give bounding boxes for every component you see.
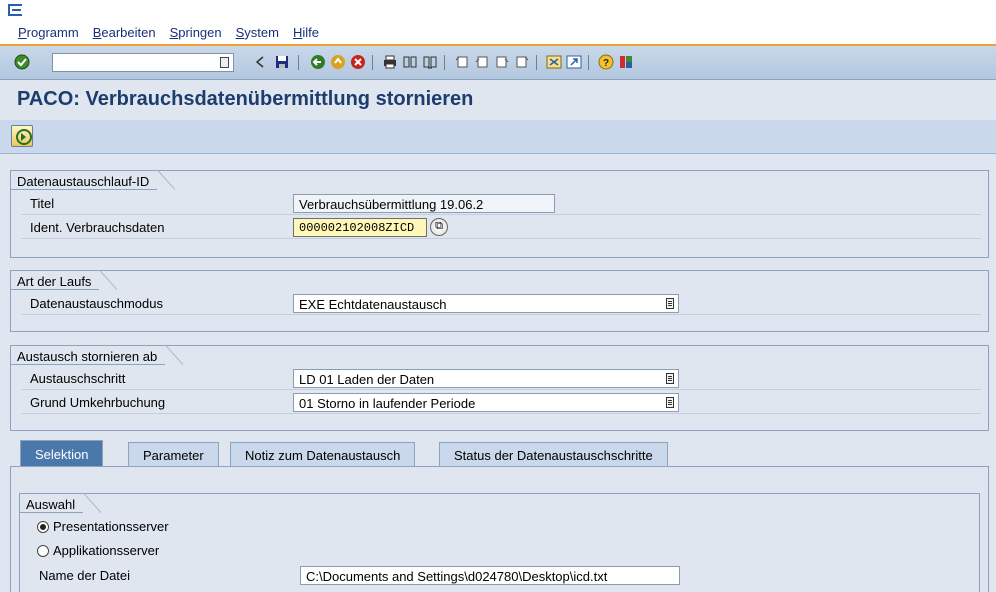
presentationsserver-radio[interactable] <box>37 521 49 533</box>
group-title: Austausch stornieren ab <box>10 345 184 365</box>
tab-selektion[interactable]: Selektion <box>20 440 104 466</box>
svg-text:?: ? <box>603 58 609 69</box>
row-austauschschritt: Austauschschritt LD 01 Laden der Daten <box>21 368 981 390</box>
command-field[interactable] <box>52 53 234 72</box>
tab-strip: Selektion Parameter Notiz zum Datenausta… <box>10 440 989 466</box>
last-page-icon[interactable] <box>514 54 530 70</box>
row-divider <box>21 389 981 390</box>
menu-programm[interactable]: Programm <box>18 25 79 40</box>
new-session-icon[interactable] <box>546 54 562 70</box>
group-datenaustauschlauf-id: Datenaustauschlauf-ID Titel Verbrauchsüb… <box>10 170 989 258</box>
schritt-label: Austauschschritt <box>30 371 126 386</box>
row-divider <box>21 214 981 215</box>
modus-label: Datenaustauschmodus <box>30 296 163 311</box>
datenaustauschmodus-select[interactable]: EXE Echtdatenaustausch <box>293 294 679 313</box>
schritt-value: LD 01 Laden der Daten <box>299 372 435 387</box>
cancel-icon[interactable] <box>350 54 366 70</box>
find-next-icon[interactable] <box>422 54 438 70</box>
exit-icon[interactable] <box>330 54 346 70</box>
group-art-der-laufs: Art der Laufs Datenaustauschmodus EXE Ec… <box>10 270 989 332</box>
presentationsserver-label: Presentationsserver <box>53 519 169 534</box>
find-icon[interactable] <box>402 54 418 70</box>
standard-toolbar: ? <box>0 46 996 80</box>
group-title: Auswahl <box>19 493 102 513</box>
row-grund: Grund Umkehrbuchung 01 Storno in laufend… <box>21 392 981 414</box>
tab-parameter[interactable]: Parameter <box>128 442 219 466</box>
print-icon[interactable] <box>382 54 398 70</box>
row-divider <box>21 314 981 315</box>
group-auswahl: Auswahl Presentationsserver Applikations… <box>19 493 980 592</box>
datei-label: Name der Datei <box>39 568 131 583</box>
tab-panel-selektion: Auswahl Presentationsserver Applikations… <box>10 466 989 592</box>
dropdown-icon[interactable] <box>666 373 674 384</box>
applikationsserver-label: Applikationsserver <box>53 543 160 558</box>
row-divider <box>21 238 981 239</box>
tab-status[interactable]: Status der Datenaustauschschritte <box>439 442 668 466</box>
modus-value: EXE Echtdatenaustausch <box>299 297 447 312</box>
datei-input[interactable]: C:\Documents and Settings\d024780\Deskto… <box>300 566 680 585</box>
group-title: Datenaustauschlauf-ID <box>10 170 176 190</box>
grund-umkehrbuchung-select[interactable]: 01 Storno in laufender Periode <box>293 393 679 412</box>
layout-icon[interactable] <box>618 54 634 70</box>
austauschschritt-select[interactable]: LD 01 Laden der Daten <box>293 369 679 388</box>
row-titel: Titel Verbrauchsübermittlung 19.06.2 <box>21 193 981 215</box>
page-title: PACO: Verbrauchsdatenübermittlung storni… <box>17 88 474 110</box>
back-nav-icon[interactable] <box>310 54 326 70</box>
menu-bar: Programm Bearbeiten Springen System Hilf… <box>0 0 996 46</box>
dropdown-icon[interactable] <box>666 298 674 309</box>
menu-bearbeiten[interactable]: Bearbeiten <box>93 25 156 40</box>
search-help-icon[interactable]: ⧉ <box>430 218 448 236</box>
row-modus: Datenaustauschmodus EXE Echtdatenaustaus… <box>21 293 981 315</box>
grund-label: Grund Umkehrbuchung <box>30 395 166 410</box>
ident-label: Ident. Verbrauchsdaten <box>30 220 165 235</box>
dropdown-icon[interactable] <box>666 397 674 408</box>
ident-verbrauchsdaten-input[interactable]: 000002102008ZICD <box>293 218 427 237</box>
menu-springen[interactable]: Springen <box>170 25 222 40</box>
row-ident: Ident. Verbrauchsdaten 000002102008ZICD … <box>21 217 981 239</box>
tab-notiz[interactable]: Notiz zum Datenaustausch <box>230 442 416 466</box>
toolbar-separator <box>372 55 373 70</box>
menu-system[interactable]: System <box>236 25 279 40</box>
group-title: Art der Laufs <box>10 270 118 290</box>
titel-label: Titel <box>30 196 55 211</box>
prev-page-icon[interactable] <box>474 54 490 70</box>
toolbar-separator <box>536 55 537 70</box>
menu-hilfe[interactable]: Hilfe <box>293 25 319 40</box>
toolbar-separator <box>588 55 589 70</box>
grund-value: 01 Storno in laufender Periode <box>299 396 476 411</box>
titel-field: Verbrauchsübermittlung 19.06.2 <box>293 194 555 213</box>
row-divider <box>21 413 981 414</box>
applikationsserver-radio[interactable] <box>37 545 49 557</box>
execute-button[interactable] <box>11 125 33 147</box>
application-toolbar <box>0 120 996 154</box>
save-icon[interactable] <box>274 54 290 70</box>
command-dropdown-icon[interactable] <box>220 57 229 68</box>
toolbar-separator <box>298 55 299 70</box>
back-icon[interactable] <box>252 54 268 70</box>
enter-icon[interactable] <box>14 54 30 70</box>
next-page-icon[interactable] <box>494 54 510 70</box>
toolbar-separator <box>444 55 445 70</box>
help-icon[interactable]: ? <box>598 54 614 70</box>
group-austausch-stornieren-ab: Austausch stornieren ab Austauschschritt… <box>10 345 989 431</box>
system-menu-icon[interactable] <box>8 4 22 16</box>
first-page-icon[interactable] <box>454 54 470 70</box>
shortcut-icon[interactable] <box>566 54 582 70</box>
